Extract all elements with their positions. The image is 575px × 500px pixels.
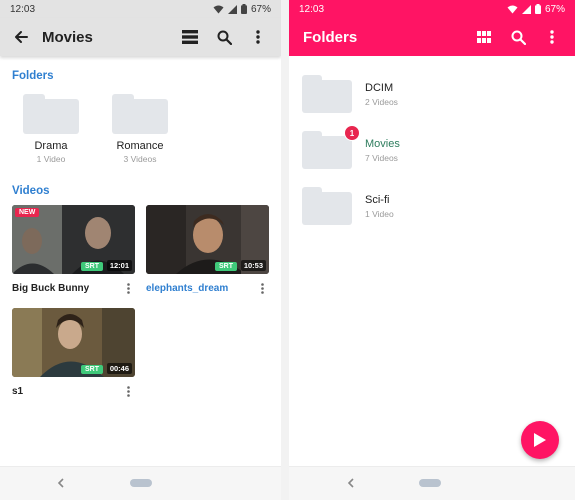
system-nav-bar [0,466,281,500]
more-options-button[interactable] [241,20,275,54]
duration-badge: 12:01 [106,260,132,271]
folder-icon [302,75,352,113]
folder-row[interactable]: 1 Movies 7 Videos [302,125,562,170]
search-icon [217,30,232,45]
search-button[interactable] [501,20,535,54]
list-view-icon [182,30,198,44]
video-title: Big Buck Bunny [12,282,90,294]
arrow-back-icon [15,31,28,43]
more-vert-icon [126,385,130,397]
more-vert-icon [256,30,260,44]
folder-icon [23,94,79,134]
video-more-button[interactable] [121,281,135,295]
more-vert-icon [550,30,554,44]
app-bar: Folders [289,18,575,56]
nav-home-pill[interactable] [419,479,441,487]
video-thumbnail[interactable]: SRT 10:53 [146,205,269,274]
signal-icon [227,4,237,14]
status-time: 12:03 [10,3,36,15]
video-item[interactable]: SRT 10:53 elephants_dream [146,205,269,295]
play-icon [534,433,546,447]
video-title: elephants_dream [146,282,229,294]
back-button[interactable] [4,20,38,54]
screen-divider [281,0,289,500]
folder-count: 2 Videos [365,96,398,107]
battery-icon [534,4,541,14]
videos-header: Videos [12,185,50,197]
new-count-badge: 1 [344,125,360,141]
folder-name: Sci-fi [365,193,390,206]
wifi-icon [507,5,518,13]
folder-count: 7 Videos [365,152,398,163]
folder-count: 1 Video [365,208,394,219]
folders-header: Folders [12,70,54,82]
search-button[interactable] [207,20,241,54]
more-vert-icon [260,282,264,294]
more-vert-icon [126,282,130,294]
duration-badge: 10:53 [240,260,266,271]
folder-name: Romance [116,140,164,152]
folder-icon [112,94,168,134]
page-title: Folders [303,28,358,46]
view-toggle-button[interactable] [173,20,207,54]
subtitle-badge: SRT [81,365,103,374]
video-thumbnail[interactable]: SRT 00:46 [12,308,135,377]
video-thumbnail[interactable]: NEW SRT 12:01 [12,205,135,274]
search-icon [511,30,526,45]
status-bar: 12:03 67% [0,0,281,18]
battery-icon [240,4,247,14]
folder-count: 3 Videos [123,154,157,164]
grid-view-icon [477,31,491,43]
folder-icon [302,187,352,225]
system-nav-bar [289,466,575,500]
folder-row[interactable]: DCIM 2 Videos [302,74,562,114]
video-item[interactable]: SRT 00:46 s1 [12,308,135,398]
folder-count: 1 Video [36,154,66,164]
folder-item[interactable]: Drama 1 Video [6,94,96,164]
battery-level: 67% [250,3,271,15]
more-options-button[interactable] [535,20,569,54]
status-time: 12:03 [299,3,325,15]
app-bar: Movies [0,18,281,56]
folder-row[interactable]: Sci-fi 1 Video [302,186,562,226]
wifi-icon [213,5,224,13]
nav-home-pill[interactable] [130,479,152,487]
duration-badge: 00:46 [106,363,132,374]
video-more-button[interactable] [121,384,135,398]
folder-name: DCIM [365,81,394,94]
page-title: Movies [42,28,93,46]
subtitle-badge: SRT [81,262,103,271]
video-item[interactable]: NEW SRT 12:01 Big Buck Bunny [12,205,135,295]
movies-screen: 12:03 67% Movies Folders Drama 1 Video R… [0,0,281,500]
folder-name: Movies [365,137,400,150]
nav-back-icon[interactable] [347,478,354,488]
battery-level: 67% [544,3,565,15]
folder-icon: 1 [302,125,360,169]
folder-name: Drama [34,140,68,152]
video-more-button[interactable] [255,281,269,295]
folders-screen: 12:03 67% Folders DCIM 2 Videos 1 Movies… [289,0,575,500]
video-title: s1 [12,385,24,397]
subtitle-badge: SRT [215,262,237,271]
status-bar: 12:03 67% [289,0,575,18]
folder-item[interactable]: Romance 3 Videos [95,94,185,164]
signal-icon [521,4,531,14]
play-fab-button[interactable] [521,421,559,459]
new-badge: NEW [15,208,40,217]
view-toggle-button[interactable] [467,20,501,54]
nav-back-icon[interactable] [57,478,64,488]
